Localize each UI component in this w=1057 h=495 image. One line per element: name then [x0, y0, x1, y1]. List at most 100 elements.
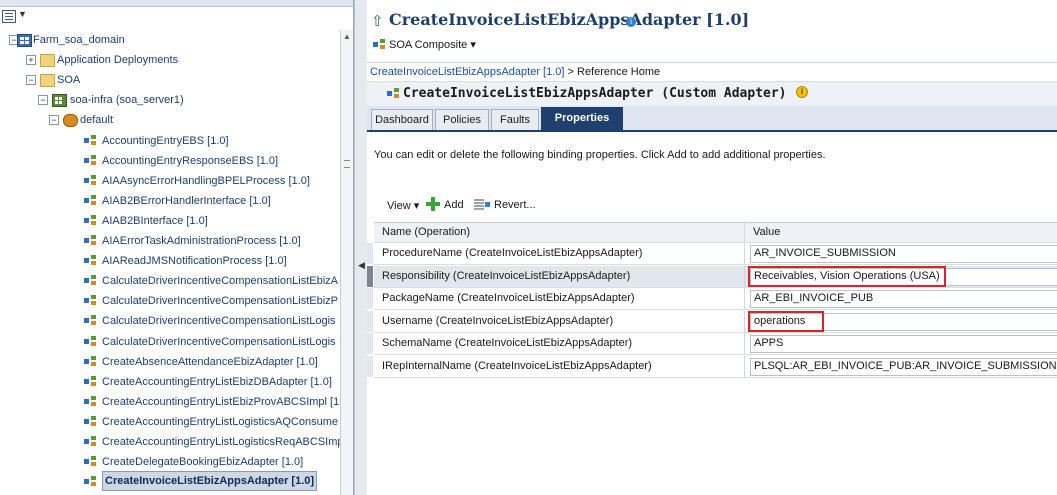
tree-item[interactable]: CreateDelegateBookingEbizAdapter [1.0] [0, 452, 340, 472]
tree-item-label: CalculateDriverIncentiveCompensationList… [102, 295, 339, 308]
tree-item[interactable]: AccountingEntryEBS [1.0] [0, 131, 340, 151]
property-name-cell: SchemaName (CreateInvoiceListEbizAppsAda… [374, 333, 745, 354]
property-value-cell: Receivables, Vision Operations (USA) [745, 265, 1057, 287]
pane-splitter[interactable]: ◀ [354, 0, 368, 495]
tree-item[interactable]: CreateAccountingEntryListEbizDBAdapter [… [0, 372, 340, 392]
collapse-arrow-icon[interactable]: ◀ [358, 260, 365, 271]
tree-item[interactable]: − SOA [0, 70, 340, 90]
table-row[interactable]: IRepInternalName (CreateInvoiceListEbizA… [367, 355, 1057, 378]
tree-item[interactable]: CreateInvoiceListEbizAppsAdapter [1.0] [0, 471, 340, 492]
tree-item[interactable]: − Farm_soa_domain [0, 30, 340, 50]
tree-item[interactable]: AIAB2BInterface [1.0] [0, 211, 340, 231]
adapter-icon [387, 88, 401, 100]
tree-scrollbar[interactable]: ▲ [340, 30, 353, 495]
property-value: APPS [754, 337, 784, 349]
tab-dashboard[interactable]: Dashboard [371, 109, 433, 130]
property-name-cell: ProcedureName (CreateInvoiceListEbizApps… [374, 243, 745, 264]
property-value-field[interactable]: PLSQL:AR_EBI_INVOICE_PUB:AR_INVOICE_SUBM… [750, 357, 1057, 376]
composite-icon [84, 295, 98, 307]
folder-icon [40, 54, 55, 68]
tree-menu-icon[interactable] [2, 10, 16, 23]
tree-item[interactable]: CalculateDriverIncentiveCompensationList… [0, 332, 340, 352]
collapse-icon[interactable]: − [49, 115, 59, 126]
chevron-down-icon[interactable]: ▼ [18, 9, 27, 19]
scroll-up-icon[interactable]: ▲ [343, 32, 351, 41]
table-header-row: Name (Operation) Value [374, 223, 1057, 243]
tree-item[interactable]: CreateAccountingEntryListEbizProvABCSImp… [0, 392, 340, 412]
row-selector[interactable] [367, 355, 373, 377]
table-row[interactable]: Username (CreateInvoiceListEbizAppsAdapt… [367, 310, 1057, 333]
breadcrumb-link[interactable]: CreateInvoiceListEbizAppsAdapter [1.0] [370, 66, 564, 78]
home-icon: ⇧ [371, 13, 384, 30]
tree-item-label: AIAAsyncErrorHandlingBPELProcess [1.0] [102, 174, 310, 187]
property-value-field[interactable]: APPS [750, 335, 1057, 353]
tree-item[interactable]: CreateAccountingEntryListLogisticsReqABC… [0, 432, 344, 452]
tree-item[interactable]: AIAReadJMSNotificationProcess [1.0] [0, 251, 340, 271]
composite-icon [373, 39, 387, 51]
table-row[interactable]: PackageName (CreateInvoiceListEbizAppsAd… [367, 288, 1057, 310]
property-name: ProcedureName (CreateInvoiceListEbizApps… [382, 247, 643, 259]
scroll-grip[interactable] [344, 160, 350, 168]
property-name: Username (CreateInvoiceListEbizAppsAdapt… [382, 314, 614, 327]
properties-panel: You can edit or delete the following bin… [367, 132, 1057, 495]
tree-item-label: AccountingEntryEBS [1.0] [102, 134, 229, 147]
column-header-value[interactable]: Value [745, 223, 1057, 242]
table-row[interactable]: SchemaName (CreateInvoiceListEbizAppsAda… [367, 333, 1057, 355]
row-selector[interactable] [367, 265, 373, 287]
tree-item[interactable]: CreateAccountingEntryListLogisticsAQCons… [0, 412, 340, 432]
tree-item-label: soa-infra (soa_server1) [70, 94, 184, 107]
column-header-name[interactable]: Name (Operation) [374, 223, 745, 242]
table-row[interactable]: Responsibility (CreateInvoiceListEbizApp… [367, 265, 1057, 288]
tree-item[interactable]: + Application Deployments [0, 50, 340, 70]
tab-faults[interactable]: Faults [491, 109, 539, 130]
tree-item[interactable]: CalculateDriverIncentiveCompensationList… [0, 311, 340, 331]
tree-item-label: AIAErrorTaskAdministrationProcess [1.0] [102, 235, 301, 247]
tree-item[interactable]: AIAAsyncErrorHandlingBPELProcess [1.0] [0, 171, 340, 191]
page-header: ⇧ CreateInvoiceListEbizAppsAdapter [1.0]… [367, 0, 1057, 62]
property-name-cell: Username (CreateInvoiceListEbizAppsAdapt… [374, 310, 745, 332]
collapse-icon[interactable]: − [26, 75, 36, 86]
collapse-icon[interactable]: − [38, 95, 48, 106]
tree-item-label: CreateAccountingEntryListLogisticsAQCons… [102, 415, 339, 428]
breadcrumb: CreateInvoiceListEbizAppsAdapter [1.0] >… [370, 66, 660, 78]
composite-icon [84, 415, 98, 428]
tree-item[interactable]: CalculateDriverIncentiveCompensationList… [0, 291, 340, 311]
info-icon[interactable]: i [626, 17, 636, 27]
row-selector[interactable] [367, 333, 373, 354]
expand-icon[interactable]: + [26, 55, 36, 66]
content-pane: ⇧ CreateInvoiceListEbizAppsAdapter [1.0]… [367, 0, 1057, 495]
tree-item[interactable]: AIAErrorTaskAdministrationProcess [1.0] [0, 231, 340, 251]
table-row[interactable]: ProcedureName (CreateInvoiceListEbizApps… [367, 243, 1057, 265]
tree-item[interactable]: AIAB2BErrorHandlerInterface [1.0] [0, 191, 340, 211]
soa-infra-icon [52, 94, 67, 108]
tab-properties[interactable]: Properties [541, 107, 623, 131]
composite-icon [84, 335, 98, 348]
row-selector[interactable] [367, 288, 373, 309]
tree-item-label: Farm_soa_domain [33, 34, 125, 46]
tree-item[interactable]: − soa-infra (soa_server1) [0, 90, 340, 110]
row-selector[interactable] [367, 243, 373, 264]
add-button[interactable]: Add [444, 199, 464, 211]
property-value-field[interactable]: AR_INVOICE_SUBMISSION [750, 245, 1057, 263]
breadcrumb-current: Reference Home [577, 66, 661, 78]
view-menu[interactable]: View ▾ [387, 199, 419, 212]
tree-item[interactable]: AccountingEntryResponseEBS [1.0] [0, 151, 340, 171]
row-selector[interactable] [367, 310, 373, 332]
property-value-field[interactable]: AR_EBI_INVOICE_PUB [750, 290, 1057, 308]
tree-item-label: CreateAccountingEntryListLogisticsReqABC… [102, 436, 344, 448]
folder-icon [40, 74, 55, 88]
tree-item[interactable]: CreateAbsenceAttendanceEbizAdapter [1.0] [0, 352, 340, 372]
tree-item[interactable]: CalculateDriverIncentiveCompensationList… [0, 271, 340, 291]
revert-button[interactable]: Revert... [494, 199, 536, 211]
tree-item-label: CreateAccountingEntryListEbizDBAdapter [… [102, 375, 332, 388]
revert-icon[interactable] [474, 198, 490, 210]
tree-item-label: AIAReadJMSNotificationProcess [1.0] [102, 255, 287, 268]
tree-item[interactable]: − default [0, 110, 340, 130]
tab-policies[interactable]: Policies [435, 109, 489, 130]
breadcrumb-bar: CreateInvoiceListEbizAppsAdapter [1.0] >… [367, 62, 1057, 81]
highlight-box [748, 265, 946, 287]
property-name-cell: IRepInternalName (CreateInvoiceListEbizA… [374, 355, 745, 377]
info-icon[interactable]: i [796, 86, 808, 98]
composite-icon [84, 194, 98, 207]
add-icon[interactable] [426, 197, 440, 211]
